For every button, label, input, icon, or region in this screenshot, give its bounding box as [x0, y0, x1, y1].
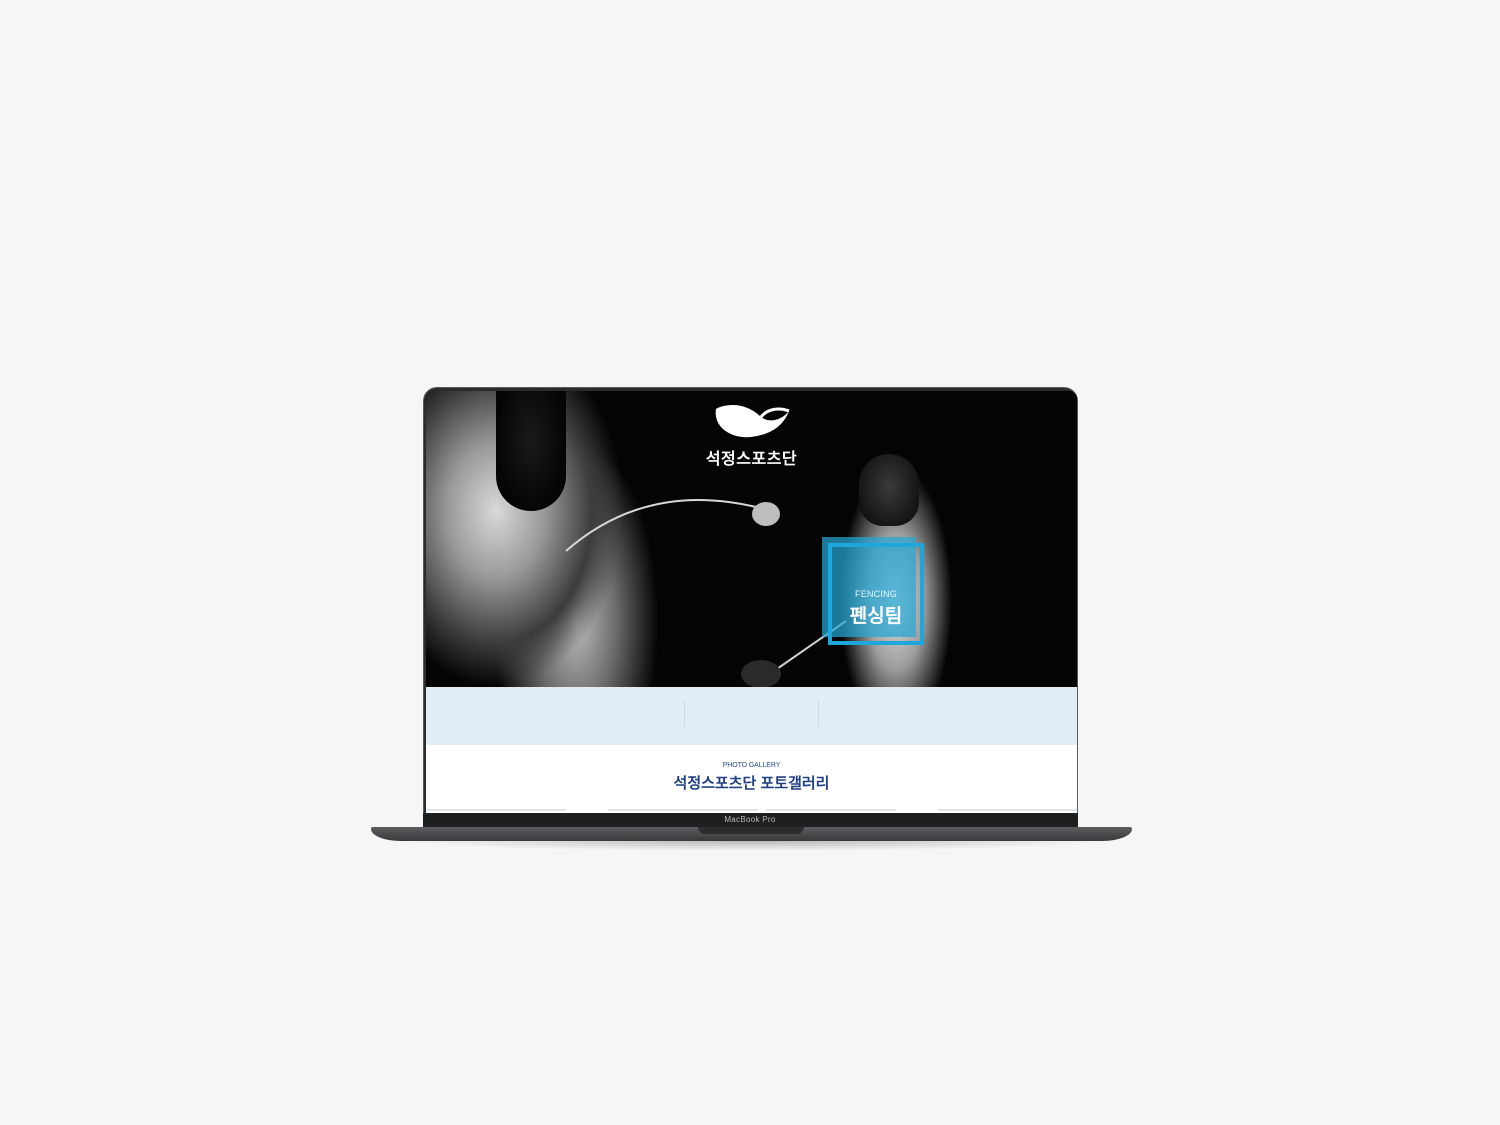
gallery-thumb-edge[interactable]: [766, 809, 896, 811]
gallery-title: 석정스포츠단 포토갤러리: [673, 775, 830, 792]
brand-name: 석정스포츠단: [705, 451, 798, 468]
gallery-thumb-edge[interactable]: [938, 809, 1077, 811]
hero-banner: 석정스포츠단 FENCING 펜싱팀: [426, 391, 1077, 687]
team-name-en: FENCING: [855, 589, 897, 599]
device-model-label: MacBook Pro: [724, 815, 776, 824]
gallery-thumb-edge[interactable]: [608, 809, 758, 811]
team-name-ko: 펜싱팀: [849, 606, 903, 627]
band-divider: [684, 701, 685, 727]
laptop-shadow: [390, 841, 1112, 851]
mockup-stage: 석정스포츠단 FENCING 펜싱팀 PHOTO GALLERY 석정스포츠단 …: [0, 0, 1500, 1125]
brand-block[interactable]: 석정스포츠단: [426, 399, 1077, 469]
team-badge[interactable]: FENCING 펜싱팀: [822, 537, 928, 647]
info-band: [426, 687, 1077, 745]
gallery-subtitle: PHOTO GALLERY: [722, 762, 781, 769]
band-divider: [818, 701, 819, 727]
laptop-opening-notch: [698, 827, 804, 834]
brand-logo-icon: [715, 405, 790, 438]
gallery-thumb-edge[interactable]: [426, 809, 566, 811]
laptop-screen: 석정스포츠단 FENCING 펜싱팀 PHOTO GALLERY 석정스포츠단 …: [426, 391, 1077, 813]
photo-gallery-section: PHOTO GALLERY 석정스포츠단 포토갤러리: [426, 745, 1077, 813]
